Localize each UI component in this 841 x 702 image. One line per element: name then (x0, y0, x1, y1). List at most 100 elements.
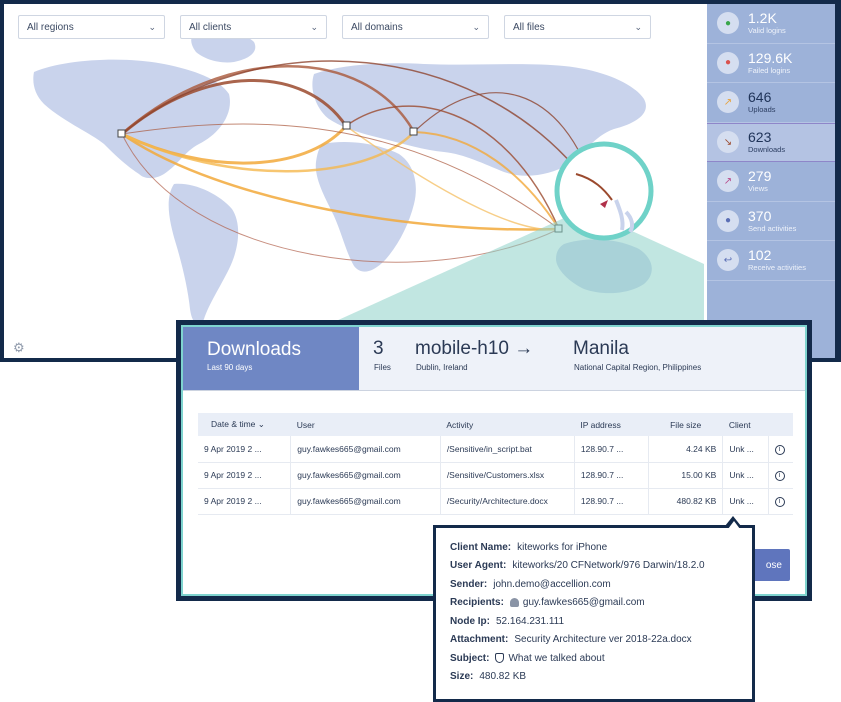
cell-date: 9 Apr 2019 2 ... (198, 436, 292, 463)
marker-east (409, 127, 418, 136)
stat-valid-logins[interactable]: ● 1.2K Valid logins (707, 4, 835, 44)
stat-value: 102 (748, 247, 772, 264)
marker-dublin (117, 129, 126, 138)
marker-europe (342, 121, 351, 130)
stat-value: 646 (748, 89, 772, 106)
world-map[interactable] (4, 4, 707, 358)
table-row[interactable]: 9 Apr 2019 2 ... guy.fawkes665@gmail.com… (198, 462, 793, 489)
stat-label: Failed logins (748, 65, 791, 75)
cell-info: i (768, 488, 793, 515)
col-user[interactable]: User (290, 413, 441, 436)
col-activity[interactable]: Activity (440, 413, 575, 436)
stat-failed-logins[interactable]: ● 129.6K Failed logins (707, 44, 835, 83)
modal-header: Downloads Last 90 days 3 Files mobile-h1… (183, 327, 805, 391)
stat-views[interactable]: ↗ 279 Views (707, 162, 835, 202)
send-icon: ● (717, 209, 739, 232)
map-panel: All regions ⌄ All clients ⌄ All domains ⌄ A… (4, 4, 707, 358)
chevron-down-icon: ⌄ (310, 21, 318, 32)
cell-client[interactable]: Unk ... (722, 462, 769, 489)
table-row[interactable]: 9 Apr 2019 2 ... guy.fawkes665@gmail.com… (198, 488, 793, 515)
stat-label: Valid logins (748, 26, 786, 36)
stat-value: 279 (748, 168, 772, 185)
modal-subtitle: Last 90 days (207, 363, 253, 372)
col-info (768, 413, 793, 436)
cell-size: 4.24 KB (648, 436, 724, 463)
table-row[interactable]: 9 Apr 2019 2 ... guy.fawkes665@gmail.com… (198, 436, 793, 463)
destination-name: Manila (573, 338, 629, 359)
stat-send-activities[interactable]: ● 370 Send activities (707, 202, 835, 241)
upload-icon: ↗ (717, 91, 739, 114)
info-icon[interactable]: i (774, 497, 785, 507)
cell-info: i (768, 462, 793, 489)
files-count: 3 (373, 338, 384, 359)
field-key: Subject: (450, 652, 490, 664)
field-key: Sender: (450, 578, 488, 590)
col-date[interactable]: Date & time ⌄ (198, 413, 291, 436)
filter-label: All regions (27, 21, 74, 33)
modal-title: Downloads (207, 339, 301, 360)
field-key: Client Name: (450, 541, 512, 553)
gear-icon[interactable]: ⚙ (13, 340, 25, 356)
destination-region: National Capital Region, Philippines (574, 363, 702, 372)
attachment-row: Attachment: Security Architecture ver 201… (450, 631, 738, 650)
stat-value: 370 (748, 207, 772, 224)
chevron-down-icon: ⌄ (472, 21, 480, 32)
file-filter[interactable]: All files ⌄ (504, 15, 651, 39)
stat-uploads[interactable]: ↗ 646 Uploads (707, 83, 835, 123)
stat-label: Send activities (748, 223, 797, 233)
field-key: User Agent: (450, 560, 507, 572)
field-key: Recipients: (450, 597, 504, 609)
cell-user: guy.fawkes665@gmail.com (290, 488, 441, 515)
col-client[interactable]: Client (722, 413, 769, 436)
info-icon[interactable]: i (774, 471, 785, 481)
cell-date: 9 Apr 2019 2 ... (198, 488, 292, 515)
cell-ip: 128.90.7 ... (574, 488, 650, 515)
stat-receive-activities[interactable]: ↩ 102 Receive activities (707, 241, 835, 281)
column-label: File size (670, 419, 702, 430)
node-ip-row: Node Ip: 52.164.231.111 (450, 612, 738, 631)
modal-summary: 3 Files mobile-h10 → Dublin, Ireland Man… (359, 327, 805, 390)
field-value: 52.164.231.111 (496, 615, 565, 627)
cell-activity: /Security/Architecture.docx (440, 488, 575, 515)
device-name: mobile-h10 → (415, 338, 533, 360)
region-filter[interactable]: All regions ⌄ (18, 15, 165, 39)
subject-row: Subject: What we talked about (450, 649, 738, 668)
domain-filter[interactable]: All domains ⌄ (342, 15, 489, 39)
sender-row: Sender: john.demo@accellion.com (450, 575, 738, 594)
field-value: What we talked about (508, 652, 605, 664)
field-value: kiteworks/20 CFNetwork/976 Darwin/18.2.0 (512, 560, 705, 572)
stat-downloads[interactable]: ↘ 623 Downloads (707, 122, 835, 162)
column-label: User (296, 419, 315, 430)
cell-client[interactable]: Unk ... (722, 436, 769, 463)
stat-label: Views (748, 184, 768, 194)
col-ip[interactable]: IP address (574, 413, 649, 436)
column-label: Date & time (211, 419, 256, 429)
col-size[interactable]: File size (648, 413, 723, 436)
table-header: Date & time ⌄ User Activity IP address F… (198, 413, 793, 436)
field-key: Size: (450, 671, 474, 683)
stat-label: Uploads (748, 105, 776, 115)
column-label: Client (728, 419, 751, 430)
popover-arrow-inner (728, 521, 740, 529)
field-key: Node Ip: (450, 615, 490, 627)
column-label: IP address (580, 419, 621, 430)
cell-client[interactable]: Unk ... (722, 488, 769, 515)
field-key: Attachment: (450, 634, 509, 646)
cell-user: guy.fawkes665@gmail.com (290, 462, 441, 489)
stat-label: Downloads (748, 145, 786, 155)
download-icon: ↘ (717, 131, 739, 154)
column-label: Activity (446, 419, 474, 430)
login-fail-icon: ● (717, 51, 739, 74)
cell-date: 9 Apr 2019 2 ... (198, 462, 292, 489)
filter-label: All files (513, 21, 545, 33)
info-icon[interactable]: i (774, 444, 785, 455)
arrow-right-icon: → (514, 338, 534, 359)
field-value: kiteworks for iPhone (517, 541, 608, 553)
cell-info: i (768, 436, 793, 463)
cell-ip: 128.90.7 ... (574, 462, 650, 489)
filter-bar: All regions ⌄ All clients ⌄ All domains ⌄ A… (18, 15, 651, 39)
filter-label: All domains (351, 21, 403, 33)
modal-title-block: Downloads Last 90 days (183, 327, 359, 390)
chevron-down-icon: ⌄ (148, 21, 156, 32)
client-filter[interactable]: All clients ⌄ (180, 15, 327, 39)
